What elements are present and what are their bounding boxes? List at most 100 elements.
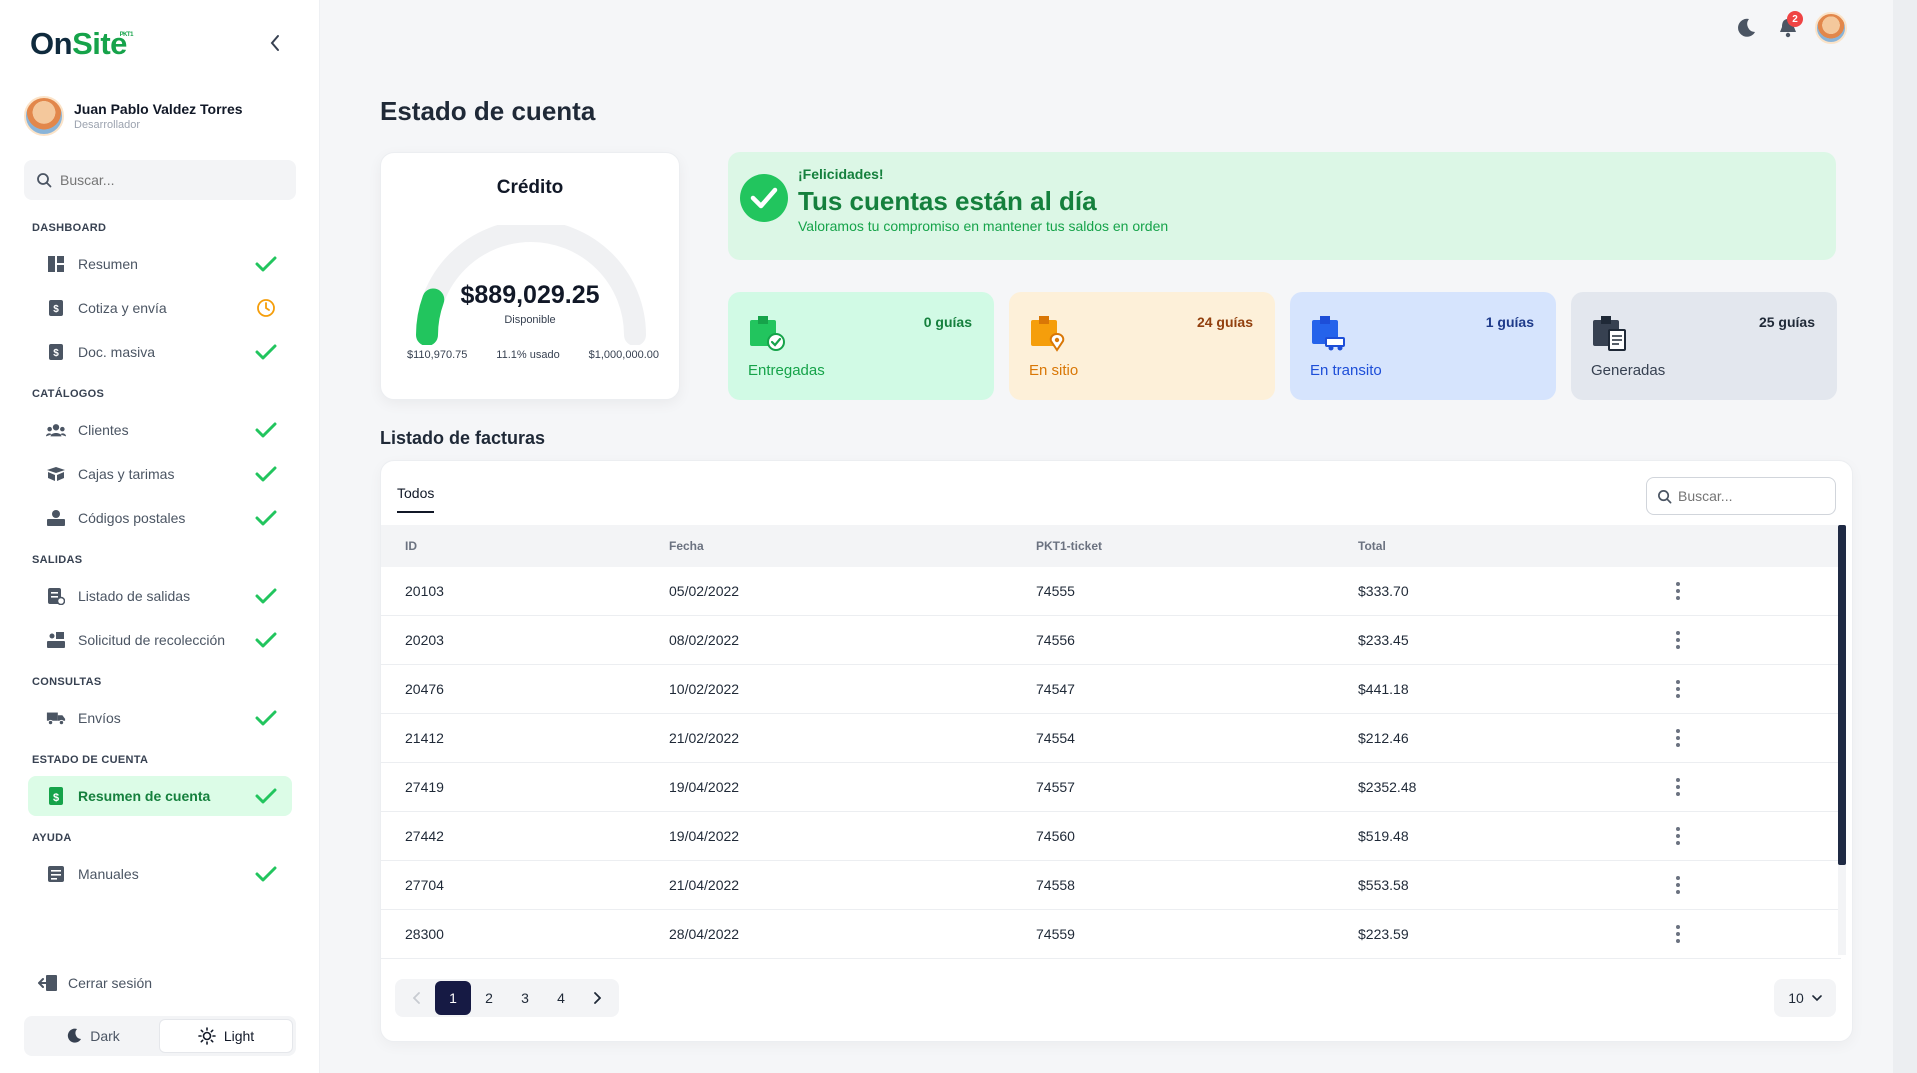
credit-footer: $110,970.75 11.1% usado $1,000,000.00 xyxy=(407,349,659,361)
cell-ticket: 74556 xyxy=(1036,632,1075,648)
pickup-icon xyxy=(46,630,66,650)
column-header-total[interactable]: Total xyxy=(1358,539,1386,553)
row-menu-icon[interactable] xyxy=(1669,728,1687,748)
next-page-button[interactable] xyxy=(579,981,615,1015)
theme-dark-label: Dark xyxy=(90,1028,120,1044)
table-scrollbar-thumb[interactable] xyxy=(1838,525,1846,865)
nav-item-resumen-cuenta[interactable]: $ Resumen de cuenta xyxy=(28,776,292,816)
congrats-banner: ¡Felicidades! Tus cuentas están al día V… xyxy=(728,152,1836,260)
tab-todos[interactable]: Todos xyxy=(397,485,435,513)
stat-card-entregadas[interactable]: 0 guías Entregadas xyxy=(728,292,994,400)
row-menu-icon[interactable] xyxy=(1669,581,1687,601)
nav-label: Listado de salidas xyxy=(78,588,191,604)
nav-label: Cotiza y envía xyxy=(78,300,167,316)
theme-dark-button[interactable]: Dark xyxy=(27,1019,159,1053)
user-profile[interactable]: Juan Pablo Valdez Torres Desarrollador xyxy=(24,96,243,136)
search-icon xyxy=(1658,489,1672,503)
location-box-icon xyxy=(1031,316,1065,352)
table-row[interactable]: 20203 08/02/2022 74556 $233.45 xyxy=(381,616,1841,665)
page-button-4[interactable]: 4 xyxy=(543,981,579,1015)
table-row[interactable]: 27704 21/04/2022 74558 $553.58 xyxy=(381,861,1841,910)
table-row[interactable]: 27419 19/04/2022 74557 $2352.48 xyxy=(381,763,1841,812)
invoices-title: Listado de facturas xyxy=(380,428,546,448)
cell-id: 27419 xyxy=(405,779,444,795)
row-menu-icon[interactable] xyxy=(1669,679,1687,699)
row-menu-icon[interactable] xyxy=(1669,924,1687,944)
user-name: Juan Pablo Valdez Torres xyxy=(74,101,243,117)
rows-per-page-select[interactable]: 10 xyxy=(1774,979,1836,1017)
check-icon xyxy=(254,252,278,276)
row-menu-icon[interactable] xyxy=(1669,875,1687,895)
nav-item-envios[interactable]: Envíos xyxy=(28,698,292,738)
nav-item-resumen[interactable]: Resumen xyxy=(28,244,292,284)
table-row[interactable]: 27442 19/04/2022 74560 $519.48 xyxy=(381,812,1841,861)
page-button-2[interactable]: 2 xyxy=(471,981,507,1015)
row-menu-icon[interactable] xyxy=(1669,630,1687,650)
moon-icon xyxy=(68,1028,82,1043)
notifications-button[interactable]: 2 xyxy=(1773,11,1803,43)
page-button-1[interactable]: 1 xyxy=(435,981,471,1015)
section-ayuda: AYUDA xyxy=(32,832,72,844)
theme-light-label: Light xyxy=(223,1028,255,1044)
nav-item-cotiza[interactable]: $ Cotiza y envía xyxy=(28,288,292,328)
column-header-ticket[interactable]: PKT1-ticket xyxy=(1036,539,1102,553)
column-header-fecha[interactable]: Fecha xyxy=(669,539,704,553)
cell-id: 20476 xyxy=(405,681,444,697)
nav-item-manuales[interactable]: Manuales xyxy=(28,854,292,894)
stat-card-generadas[interactable]: 25 guías Generadas xyxy=(1571,292,1837,400)
credit-title: Crédito xyxy=(496,177,564,198)
nav-item-cajas[interactable]: Cajas y tarimas xyxy=(28,454,292,494)
row-menu-icon[interactable] xyxy=(1669,826,1687,846)
invoices-search[interactable] xyxy=(1646,477,1836,515)
nav-label: Envíos xyxy=(78,710,121,726)
theme-light-button[interactable]: Light xyxy=(159,1019,293,1053)
sidebar-search[interactable] xyxy=(24,160,296,200)
cell-total: $441.18 xyxy=(1358,681,1409,697)
nav-item-recoleccion[interactable]: Solicitud de recolección xyxy=(28,620,292,660)
congrats-subtitle: Valoramos tu compromiso en mantener tus … xyxy=(798,218,1169,234)
stat-label: En sitio xyxy=(1029,362,1079,379)
table-row[interactable]: 28300 28/04/2022 74559 $223.59 xyxy=(381,910,1841,959)
onsite-logo[interactable]: OnSite PKT1 xyxy=(30,26,133,62)
nav-item-listado-salidas[interactable]: Listado de salidas xyxy=(28,576,292,616)
truck-icon xyxy=(46,708,66,728)
rows-per-page-value: 10 xyxy=(1788,990,1804,1006)
page-title: Estado de cuenta xyxy=(380,96,596,126)
nav-label: Doc. masiva xyxy=(78,344,156,360)
stat-card-en-sitio[interactable]: 24 guías En sitio xyxy=(1009,292,1275,400)
row-menu-icon[interactable] xyxy=(1669,777,1687,797)
stat-label: Entregadas xyxy=(748,362,825,379)
table-row[interactable]: 20476 10/02/2022 74547 $441.18 xyxy=(381,665,1841,714)
check-icon xyxy=(254,862,278,886)
cell-fecha: 05/02/2022 xyxy=(669,583,740,599)
nav-label: Códigos postales xyxy=(78,510,186,526)
dashboard-icon xyxy=(46,254,66,274)
cell-fecha: 10/02/2022 xyxy=(669,681,740,697)
svg-text:$: $ xyxy=(53,348,59,359)
cell-fecha: 19/04/2022 xyxy=(669,779,740,795)
avatar[interactable] xyxy=(1815,12,1847,44)
collapse-sidebar-button[interactable] xyxy=(262,30,288,56)
logo-tag: PKT1 xyxy=(119,32,134,38)
notification-count-badge: 2 xyxy=(1787,11,1803,27)
prev-page-button[interactable] xyxy=(399,981,435,1015)
sidebar-search-input[interactable] xyxy=(60,172,280,188)
page-scrollbar[interactable] xyxy=(1893,0,1917,1073)
invoices-search-input[interactable] xyxy=(1678,488,1828,504)
page-button-3[interactable]: 3 xyxy=(507,981,543,1015)
nav-item-clientes[interactable]: Clientes xyxy=(28,410,292,450)
stat-card-en-transito[interactable]: 1 guías En transito xyxy=(1290,292,1556,400)
credit-used-amount: $110,970.75 xyxy=(407,349,468,361)
nav-label: Clientes xyxy=(78,422,129,438)
dark-mode-button[interactable] xyxy=(1731,13,1761,43)
table-row[interactable]: 20103 05/02/2022 74555 $333.70 xyxy=(381,567,1841,616)
nav-item-codigos-postales[interactable]: Códigos postales xyxy=(28,498,292,538)
logout-icon xyxy=(38,975,57,991)
nav-label: Resumen xyxy=(78,256,138,272)
logout-button[interactable]: Cerrar sesión xyxy=(38,974,152,992)
nav-item-doc-masiva[interactable]: $ Doc. masiva xyxy=(28,332,292,372)
theme-toggle: Dark Light xyxy=(24,1016,296,1056)
sun-icon xyxy=(198,1027,216,1045)
column-header-id[interactable]: ID xyxy=(405,539,417,553)
table-row[interactable]: 21412 21/02/2022 74554 $212.46 xyxy=(381,714,1841,763)
